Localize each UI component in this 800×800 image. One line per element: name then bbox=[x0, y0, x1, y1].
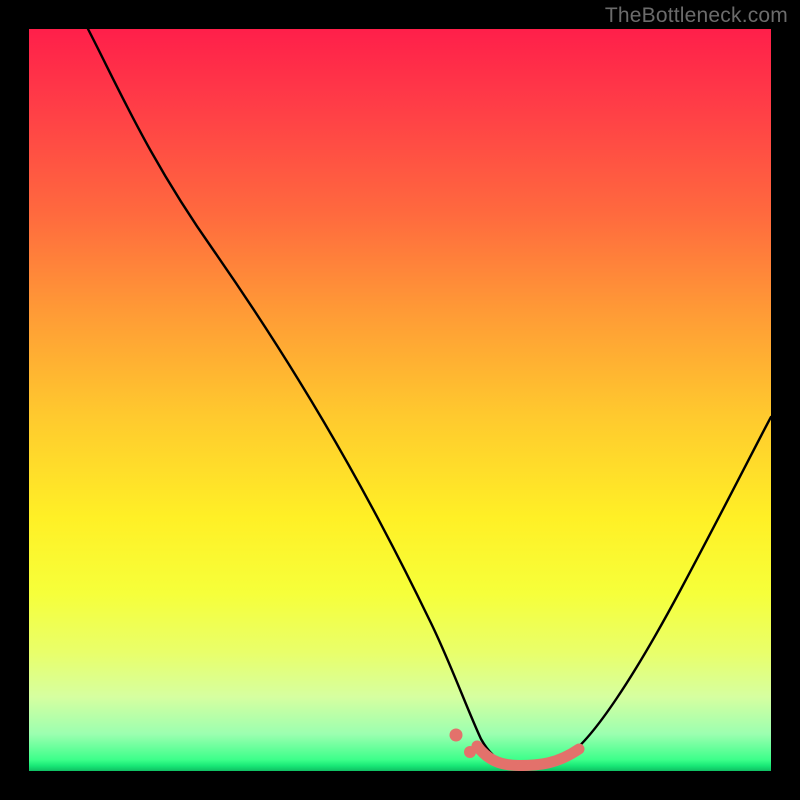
highlight-dot bbox=[450, 729, 463, 742]
plot-area bbox=[29, 29, 771, 771]
series-highlight bbox=[477, 746, 579, 766]
chart-stage: TheBottleneck.com bbox=[0, 0, 800, 800]
highlight-dot bbox=[464, 746, 476, 758]
chart-svg bbox=[29, 29, 771, 771]
series-curve bbox=[88, 29, 771, 766]
watermark-text: TheBottleneck.com bbox=[605, 4, 788, 28]
